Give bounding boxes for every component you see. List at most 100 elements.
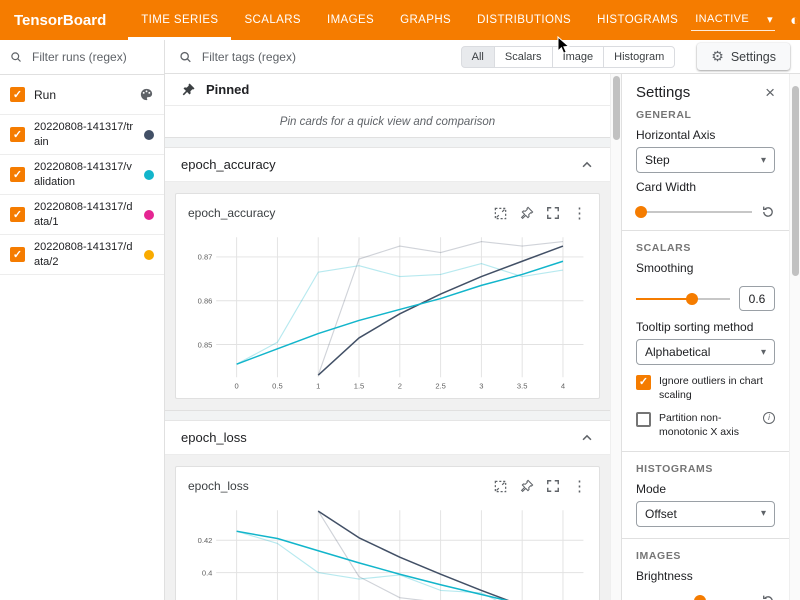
scrollbar-thumb[interactable] <box>613 76 620 140</box>
nav-tab-graphs[interactable]: GRAPHS <box>387 0 464 40</box>
run-row-data-2[interactable]: ✓ 20220808-141317/data/2 <box>0 235 164 275</box>
run-checkbox[interactable]: ✓ <box>10 167 25 182</box>
close-icon[interactable]: × <box>765 84 775 101</box>
nav-tab-time-series[interactable]: TIME SERIES <box>128 0 231 40</box>
nav-tab-histograms[interactable]: HISTOGRAMS <box>584 0 691 40</box>
palette-icon[interactable] <box>139 87 154 102</box>
cards-area: Pinned Pin cards for a quick view and co… <box>165 74 610 600</box>
tag-toolbar: All Scalars Image Histogram ⚙ Settings <box>165 40 800 74</box>
chevron-down-icon: ▾ <box>761 155 766 166</box>
reset-icon[interactable] <box>761 205 775 219</box>
fullscreen-icon[interactable] <box>546 479 560 493</box>
run-color-dot <box>144 250 154 260</box>
card-actions: ⋮ <box>493 204 587 222</box>
svg-text:1.5: 1.5 <box>354 382 365 391</box>
select-all-runs-checkbox[interactable]: ✓ <box>10 87 25 102</box>
partition-x-axis-checkbox[interactable]: ✓ <box>636 412 651 427</box>
svg-text:0.5: 0.5 <box>272 382 283 391</box>
epoch-accuracy-chart[interactable]: 00.511.522.533.540.850.860.87 <box>184 228 591 396</box>
nav-tab-scalars[interactable]: SCALARS <box>231 0 314 40</box>
more-options-icon[interactable]: ⋮ <box>572 204 587 222</box>
main-nav: TIME SERIES SCALARS IMAGES GRAPHS DISTRI… <box>128 0 691 40</box>
header-actions: INACTIVE ▾ ◐ ⚙ ? <box>691 0 800 40</box>
run-row-train[interactable]: ✓ 20220808-141317/train <box>0 115 164 155</box>
nav-tab-images[interactable]: IMAGES <box>314 0 387 40</box>
section-title: epoch_accuracy <box>181 157 276 172</box>
dark-mode-icon[interactable]: ◐ <box>790 13 799 28</box>
svg-text:2: 2 <box>398 382 402 391</box>
run-row-data-1[interactable]: ✓ 20220808-141317/data/1 <box>0 195 164 235</box>
run-label: 20220808-141317/data/1 <box>34 200 135 229</box>
fit-to-data-icon[interactable] <box>493 206 508 221</box>
slider-thumb[interactable] <box>686 293 698 305</box>
tag-filter-input[interactable] <box>200 49 453 65</box>
settings-scrollbar[interactable] <box>789 74 800 600</box>
runs-column-label: Run <box>34 88 130 102</box>
section-header-epoch-loss[interactable]: epoch_loss <box>165 421 610 455</box>
info-icon[interactable]: i <box>763 412 775 424</box>
run-checkbox[interactable]: ✓ <box>10 207 25 222</box>
run-row-validation[interactable]: ✓ 20220808-141317/validation <box>0 155 164 195</box>
run-checkbox[interactable]: ✓ <box>10 127 25 142</box>
scalar-card-epoch-accuracy: epoch_accuracy <box>175 193 600 399</box>
card-header: epoch_loss <box>184 475 591 501</box>
card-title: epoch_loss <box>188 479 249 493</box>
tensorboard-app: TensorBoard TIME SERIES SCALARS IMAGES G… <box>0 0 800 600</box>
epoch-loss-chart[interactable]: 00.511.522.533.540.360.380.40.42 <box>184 501 591 600</box>
ignore-outliers-row[interactable]: ✓ Ignore outliers in chart scaling <box>636 375 775 402</box>
slider-thumb[interactable] <box>694 595 706 600</box>
smoothing-label: Smoothing <box>636 261 775 275</box>
tooltip-sorting-select[interactable]: Alphabetical ▾ <box>636 339 775 365</box>
histograms-heading: HISTOGRAMS <box>636 463 775 475</box>
search-icon <box>10 50 22 64</box>
pin-icon[interactable] <box>520 479 534 493</box>
reset-icon[interactable] <box>761 594 775 600</box>
filter-button-histogram[interactable]: Histogram <box>603 46 675 68</box>
filter-button-all[interactable]: All <box>461 46 495 68</box>
chevron-down-icon: ▾ <box>761 347 766 358</box>
section-header-epoch-accuracy[interactable]: epoch_accuracy <box>165 148 610 182</box>
slider-thumb[interactable] <box>635 206 647 218</box>
tag-type-filter-group: All Scalars Image Histogram <box>461 46 676 68</box>
filter-button-image[interactable]: Image <box>552 46 605 68</box>
runs-sidebar: ✓ Run ✓ 20220808-141317/train ✓ 20220808… <box>0 40 165 600</box>
more-options-icon[interactable]: ⋮ <box>572 477 587 495</box>
images-heading: IMAGES <box>636 550 775 562</box>
main-scrollbar[interactable] <box>610 74 621 600</box>
nav-tab-distributions[interactable]: DISTRIBUTIONS <box>464 0 584 40</box>
histogram-mode-value: Offset <box>645 507 677 521</box>
pin-icon[interactable] <box>520 206 534 220</box>
chevron-up-icon[interactable] <box>580 431 594 445</box>
svg-text:0.42: 0.42 <box>198 536 213 545</box>
svg-text:1: 1 <box>316 382 320 391</box>
settings-button[interactable]: ⚙ Settings <box>697 43 790 70</box>
ignore-outliers-checkbox[interactable]: ✓ <box>636 375 651 390</box>
fullscreen-icon[interactable] <box>546 206 560 220</box>
horizontal-axis-select[interactable]: Step ▾ <box>636 147 775 173</box>
chevron-down-icon: ▾ <box>761 508 766 519</box>
run-checkbox[interactable]: ✓ <box>10 247 25 262</box>
run-label: 20220808-141317/validation <box>34 160 135 189</box>
gear-icon: ⚙ <box>711 48 724 65</box>
svg-text:0.86: 0.86 <box>198 297 213 306</box>
card-actions: ⋮ <box>493 477 587 495</box>
smoothing-value-input[interactable]: 0.6 <box>739 286 775 311</box>
fit-to-data-icon[interactable] <box>493 479 508 494</box>
pinned-empty-message: Pin cards for a quick view and compariso… <box>165 106 610 138</box>
svg-text:4: 4 <box>561 382 565 391</box>
partition-x-axis-row[interactable]: ✓ Partition non-monotonic X axis i <box>636 412 775 439</box>
scrollbar-thumb[interactable] <box>792 86 799 276</box>
settings-panel: Settings × GENERAL Horizontal Axis Step … <box>621 74 789 600</box>
card-width-slider[interactable] <box>636 211 752 213</box>
runs-header-row[interactable]: ✓ Run <box>0 75 164 115</box>
svg-text:0.87: 0.87 <box>198 253 213 262</box>
chevron-up-icon[interactable] <box>580 158 594 172</box>
histogram-mode-select[interactable]: Offset ▾ <box>636 501 775 527</box>
svg-text:0: 0 <box>235 382 239 391</box>
smoothing-slider[interactable] <box>636 298 730 300</box>
partition-x-axis-label: Partition non-monotonic X axis <box>659 412 755 439</box>
runs-filter-input[interactable] <box>30 49 154 65</box>
section-gap <box>165 138 610 148</box>
data-status-select[interactable]: INACTIVE ▾ <box>691 10 775 31</box>
filter-button-scalars[interactable]: Scalars <box>494 46 553 68</box>
